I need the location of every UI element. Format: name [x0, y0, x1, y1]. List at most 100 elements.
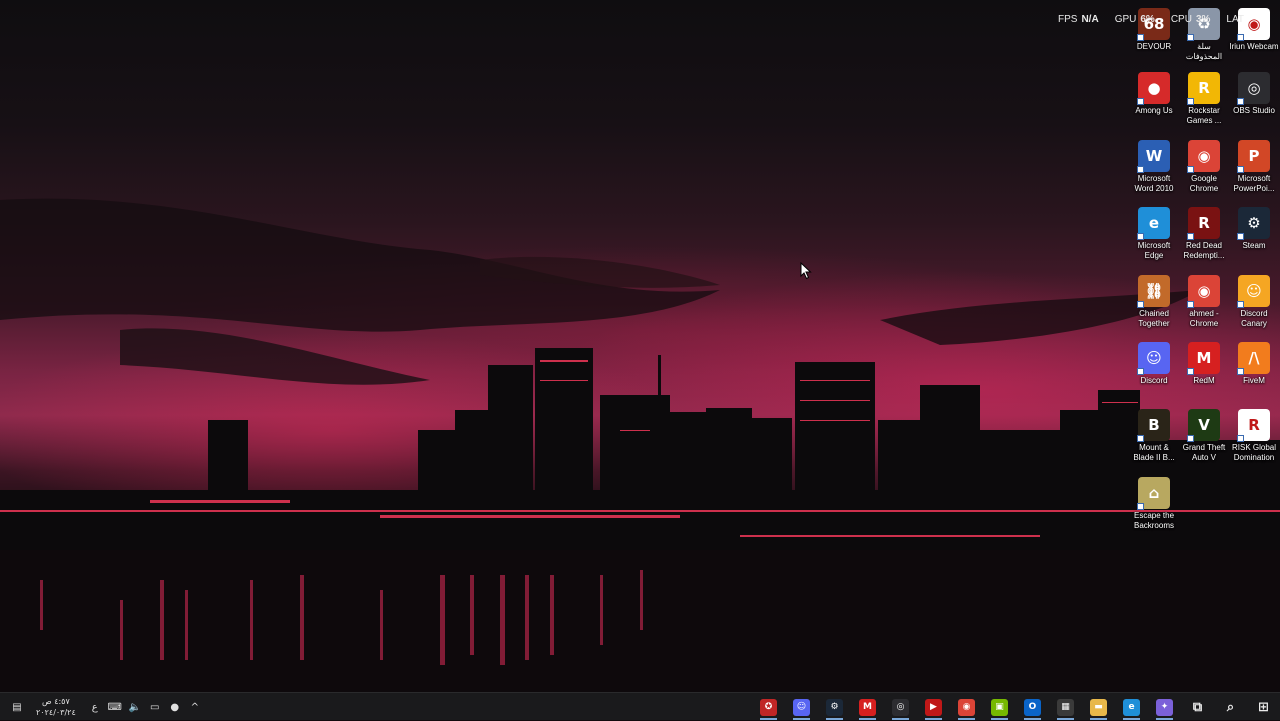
touch-keyboard-icon[interactable]: ⌨ [108, 700, 122, 714]
desktop-shortcut[interactable]: V Grand Theft Auto V [1179, 409, 1229, 463]
start-icon: ⊞ [1255, 698, 1272, 716]
network-icon[interactable]: ▭ [148, 700, 162, 714]
discord-canary-icon: ☺ [1237, 275, 1270, 308]
desktop-shortcut-label: Iriun Webcam [1229, 42, 1279, 51]
desktop-shortcut[interactable]: /\ FiveM [1229, 342, 1279, 386]
taskbar-button[interactable]: ⚙ [818, 693, 851, 721]
input-language-indicator[interactable]: ع [88, 700, 102, 714]
word-icon: W [1137, 140, 1170, 173]
taskbar-button[interactable]: ▦ [1049, 693, 1082, 721]
red-dead-icon: R [1187, 207, 1220, 240]
file-explorer-taskbar-icon: ▬ [1090, 698, 1107, 716]
desktop-shortcut[interactable]: e Microsoft Edge [1129, 207, 1179, 261]
gta-icon: V [1187, 409, 1220, 442]
performance-overlay: FPS N/A GPU 6% CPU 3% LAT [1058, 12, 1254, 26]
desktop-shortcut-label: Microsoft Word 2010 [1134, 174, 1174, 193]
desktop-shortcut-label: Escape the Backrooms [1133, 511, 1175, 530]
gpu-value: 6% [1140, 13, 1155, 25]
latency-label: LAT [1226, 13, 1244, 25]
obs-icon: ◎ [1237, 72, 1270, 105]
fps-readout: FPS N/A [1058, 14, 1099, 25]
desktop-shortcut[interactable]: B Mount & Blade II B... [1129, 409, 1179, 463]
latency-readout: LAT [1226, 14, 1244, 25]
discord-icon: ☺ [1137, 342, 1170, 375]
desktop-shortcut-label: Microsoft PowerPoi... [1233, 174, 1275, 193]
powerpoint-icon: P [1237, 140, 1270, 173]
desktop-shortcut[interactable]: ⌂ Escape the Backrooms [1129, 477, 1179, 531]
desktop-shortcut-label: Red Dead Redempti... [1183, 241, 1225, 260]
desktop-shortcut[interactable]: M RedM [1179, 342, 1229, 386]
taskbar-button[interactable]: e [1115, 693, 1148, 721]
taskbar-button[interactable]: ⧉ [1181, 693, 1214, 721]
desktop-shortcut-label: Chained Together [1138, 309, 1170, 328]
desktop-shortcut-label: Discord [1140, 376, 1168, 385]
desktop-shortcut-label: Discord Canary [1240, 309, 1268, 328]
desktop-wallpaper [0, 0, 1280, 692]
taskbar-button[interactable]: ✦ [1148, 693, 1181, 721]
volume-icon[interactable]: 🔈 [128, 700, 142, 714]
rockstar-icon: R [1187, 72, 1220, 105]
desktop-shortcut-label: Grand Theft Auto V [1182, 443, 1226, 462]
steam-icon: ⚙ [1237, 207, 1270, 240]
desktop-shortcut[interactable]: ☺ Discord Canary [1229, 275, 1279, 329]
taskbar-button[interactable]: M [851, 693, 884, 721]
desktop-shortcut[interactable]: R Red Dead Redempti... [1179, 207, 1229, 261]
desktop-shortcut[interactable]: ◎ OBS Studio [1229, 72, 1279, 116]
desktop-shortcut[interactable]: ◉ Google Chrome [1179, 140, 1229, 194]
taskbar-button[interactable]: ▶ [917, 693, 950, 721]
taskbar-button[interactable]: O [1016, 693, 1049, 721]
taskbar-button[interactable]: ▣ [983, 693, 1016, 721]
cpu-value: 3% [1195, 13, 1211, 25]
notification-center-icon[interactable]: ▤ [10, 700, 24, 714]
taskbar-button[interactable]: ⊞ [1247, 693, 1280, 721]
taskbar-pinned-apps: ✪ ☺ ⚙ M ◎ ▶ ◉ ▣ O ▦ ▬ e ✦ ⧉ ⌕ ⊞ [752, 693, 1280, 721]
taskbar-button[interactable]: ✪ [752, 693, 785, 721]
desktop-shortcut[interactable]: ⚙ Steam [1229, 207, 1279, 251]
desktop-shortcut-label: Mount & Blade II B... [1133, 443, 1175, 462]
copilot-taskbar-icon: ✦ [1156, 698, 1173, 716]
taskbar-button[interactable]: ▬ [1082, 693, 1115, 721]
desktop-shortcut-label: RISK Global Domination [1231, 443, 1277, 462]
discord-canary-taskbar-icon: ☺ [793, 698, 810, 716]
taskbar-button[interactable]: ☺ [785, 693, 818, 721]
desktop-shortcut-label: Microsoft Edge [1137, 241, 1171, 260]
nvidia-taskbar-icon: ▣ [991, 698, 1008, 716]
game-app-icon: ✪ [760, 698, 777, 716]
desktop-shortcut[interactable]: R RISK Global Domination [1229, 409, 1279, 463]
gpu-readout: GPU 6% [1115, 14, 1155, 25]
desktop-shortcut-label: OBS Studio [1233, 106, 1275, 115]
backrooms-icon: ⌂ [1137, 477, 1170, 510]
desktop-shortcut[interactable]: ● Among Us [1129, 72, 1179, 116]
desktop-shortcut[interactable]: W Microsoft Word 2010 [1129, 140, 1179, 194]
outlook-taskbar-icon: O [1024, 698, 1041, 716]
chrome-profile-icon: ◉ [1187, 275, 1220, 308]
desktop-shortcut[interactable]: ☺ Discord [1129, 342, 1179, 386]
show-hidden-icons-chevron-icon[interactable]: ^ [188, 700, 202, 714]
fps-value: N/A [1081, 13, 1099, 25]
chrome-icon: ◉ [1187, 140, 1220, 173]
desktop-shortcut[interactable]: ◉ ahmed - Chrome [1179, 275, 1229, 329]
voice-app-taskbar-icon: ▶ [925, 698, 942, 716]
fivem-icon: /\ [1237, 342, 1270, 375]
cpu-label: CPU [1170, 13, 1192, 25]
clock-time: ٤:٥٧ ص [41, 697, 70, 706]
desktop-shortcut[interactable]: R Rockstar Games ... [1179, 72, 1229, 126]
taskbar-button[interactable]: ⌕ [1214, 693, 1247, 721]
taskbar-button[interactable]: ◎ [884, 693, 917, 721]
desktop-shortcut[interactable]: ⛓ Chained Together [1129, 275, 1179, 329]
taskbar: ▤ ٤:٥٧ ص ٢٠٢٤/٠٣/٢٤ ع ⌨ 🔈 ▭ ● ^ ✪ ☺ ⚙ M ◎ ▶ ◉ ▣… [0, 692, 1280, 720]
store-taskbar-icon: ▦ [1057, 698, 1074, 716]
taskbar-clock[interactable]: ٤:٥٧ ص ٢٠٢٤/٠٣/٢٤ [36, 696, 76, 718]
among-us-icon: ● [1137, 72, 1170, 105]
desktop-shortcut[interactable]: P Microsoft PowerPoi... [1229, 140, 1279, 194]
desktop-shortcut-label: DEVOUR [1136, 42, 1172, 51]
taskbar-button[interactable]: ◉ [950, 693, 983, 721]
edge-taskbar-icon: e [1123, 698, 1140, 716]
microphone-icon[interactable]: ● [168, 700, 182, 714]
obs-taskbar-icon: ◎ [892, 698, 909, 716]
gpu-label: GPU [1114, 13, 1137, 25]
desktop-shortcut-label: Rockstar Games ... [1186, 106, 1222, 125]
desktop-shortcut-label: Steam [1242, 241, 1266, 250]
desktop-shortcut-label: Among Us [1135, 106, 1173, 115]
clock-date: ٢٠٢٤/٠٣/٢٤ [36, 708, 76, 717]
